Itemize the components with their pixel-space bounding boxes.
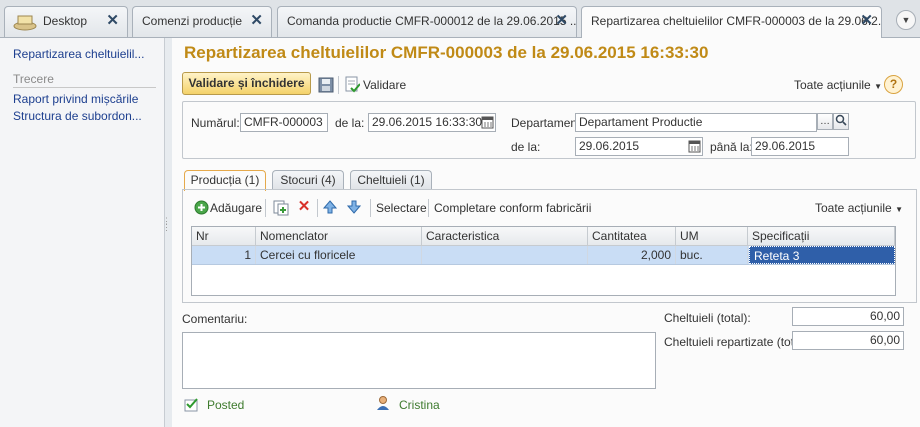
from-label: de la: — [511, 140, 541, 154]
column-header-caracteristica[interactable]: Caracteristica — [422, 227, 588, 246]
tab-repartizarea[interactable]: Repartizarea cheltuielilor CMFR-000003 d… — [581, 6, 882, 38]
panel-splitter[interactable]: ⋮ ⋮ — [162, 217, 171, 232]
toolbar-divider — [370, 199, 371, 217]
from-date-field[interactable]: 29.06.2015 — [575, 137, 703, 156]
complete-button[interactable]: Completare conform fabricării — [434, 201, 591, 215]
tab-desktop-label: Desktop — [43, 14, 88, 28]
sidebar-section-trecere: Trecere — [13, 72, 156, 88]
table-row[interactable]: 1 Cercei cu floricele 2,000 buc. Reteta … — [192, 246, 895, 265]
cell-caracteristica — [422, 246, 588, 264]
date-field[interactable]: 29.06.2015 16:33:30 — [368, 113, 496, 132]
distributed-expenses-label: Cheltuieli repartizate (total): — [664, 335, 811, 349]
comment-field[interactable] — [182, 332, 656, 389]
help-icon[interactable]: ? — [884, 75, 903, 94]
user-icon — [376, 395, 390, 411]
sidebar-item-structura[interactable]: Structura de subordon... — [13, 109, 158, 123]
author-name: Cristina — [399, 398, 440, 412]
validate-close-button[interactable]: Validare și închidere — [182, 72, 311, 95]
tab-comenzi-productie[interactable]: Comenzi producție ✕ — [132, 6, 272, 37]
tab-label: Comanda productie CMFR-000012 de la 29.0… — [287, 14, 577, 28]
cell-specificatii[interactable]: Reteta 3 — [749, 246, 895, 264]
total-expenses-field[interactable]: 60,00 — [792, 307, 904, 326]
total-expenses-label: Cheltuieli (total): — [664, 311, 751, 325]
column-header-specificatii[interactable]: Specificații — [748, 227, 895, 246]
copy-icon[interactable] — [273, 200, 289, 216]
production-table[interactable]: Nr Nomenclator Caracteristica Cantitatea… — [191, 226, 896, 296]
sidebar: Repartizarea cheltuielil... Trecere Rapo… — [0, 38, 165, 427]
validate-icon — [344, 76, 361, 93]
department-field[interactable]: Departament Productie — [575, 113, 817, 132]
page-title: Repartizarea cheltuielilor CMFR-000003 d… — [184, 43, 709, 62]
close-icon[interactable]: ✕ — [860, 7, 873, 35]
desktop-icon — [13, 13, 37, 31]
toolbar-divider — [338, 76, 339, 94]
toolbar-divider — [265, 199, 266, 217]
header-fields-group: Numărul: CMFR-000003 de la: 29.06.2015 1… — [182, 101, 916, 159]
chevron-down-icon: ▼ — [874, 82, 882, 91]
posted-status: Posted — [207, 398, 245, 412]
table-all-actions-menu[interactable]: Toate acțiunile ▼ — [815, 201, 903, 215]
sidebar-item-raport[interactable]: Raport privind mișcările — [13, 92, 158, 106]
cell-cantitatea: 2,000 — [588, 246, 676, 264]
add-icon — [194, 200, 209, 215]
to-date-field[interactable]: 29.06.2015 — [751, 137, 849, 156]
search-icon[interactable] — [833, 113, 849, 130]
tab-label: Comenzi producție — [142, 14, 243, 28]
close-icon[interactable]: ✕ — [106, 7, 119, 35]
add-button[interactable]: Adăugare — [210, 201, 262, 215]
tab-comanda-productie[interactable]: Comanda productie CMFR-000012 de la 29.0… — [277, 6, 577, 37]
cell-nomenclator: Cercei cu floricele — [256, 246, 422, 264]
column-header-nr[interactable]: Nr — [192, 227, 256, 246]
date-label: de la: — [335, 116, 365, 130]
main-panel: Repartizarea cheltuielilor CMFR-000003 d… — [172, 38, 920, 427]
department-label: Departament: — [511, 116, 584, 130]
distributed-expenses-field[interactable]: 60,00 — [792, 331, 904, 350]
department-select-button[interactable]: … — [817, 113, 833, 130]
select-button[interactable]: Selectare — [376, 201, 427, 215]
delete-icon[interactable]: ✕ — [297, 199, 311, 214]
tab-stocuri[interactable]: Stocuri (4) — [272, 170, 344, 190]
productia-panel: Adăugare ✕ Selectare Completare conform … — [182, 189, 917, 303]
all-actions-label: Toate acțiunile — [815, 201, 892, 215]
save-icon[interactable] — [318, 77, 334, 93]
move-down-icon[interactable] — [346, 200, 362, 214]
cell-nr: 1 — [192, 246, 256, 264]
close-icon[interactable]: ✕ — [555, 7, 568, 35]
cell-um: buc. — [676, 246, 748, 264]
sidebar-item-repartizarea[interactable]: Repartizarea cheltuielil... — [13, 47, 158, 61]
tabs-dropdown-button[interactable]: ▼ — [896, 10, 916, 30]
tab-label: Repartizarea cheltuielilor CMFR-000003 d… — [591, 14, 882, 28]
tab-bar: Desktop ✕ Comenzi producție ✕ Comanda pr… — [0, 0, 920, 38]
number-label: Numărul: — [191, 116, 240, 130]
calendar-icon[interactable] — [688, 139, 701, 154]
tab-cheltuieli[interactable]: Cheltuieli (1) — [350, 170, 432, 190]
comment-label: Comentariu: — [182, 312, 248, 326]
move-up-icon[interactable] — [322, 200, 338, 214]
to-label: până la: — [710, 140, 753, 154]
toolbar-divider — [317, 199, 318, 217]
calendar-icon[interactable] — [481, 115, 494, 130]
toolbar-divider — [428, 199, 429, 217]
tab-productia[interactable]: Producția (1) — [184, 170, 266, 191]
tab-desktop[interactable]: Desktop ✕ — [4, 6, 128, 37]
all-actions-label: Toate acțiunile — [794, 78, 871, 92]
chevron-down-icon: ▼ — [895, 205, 903, 214]
number-field[interactable]: CMFR-000003 — [240, 113, 328, 132]
close-icon[interactable]: ✕ — [250, 7, 263, 35]
posted-icon — [184, 396, 200, 412]
column-header-cantitatea[interactable]: Cantitatea — [588, 227, 676, 246]
column-header-nomenclator[interactable]: Nomenclator — [256, 227, 422, 246]
all-actions-menu[interactable]: Toate acțiunile ▼ — [794, 78, 882, 92]
validate-button[interactable]: Validare — [363, 78, 406, 92]
column-header-um[interactable]: UM — [676, 227, 748, 246]
